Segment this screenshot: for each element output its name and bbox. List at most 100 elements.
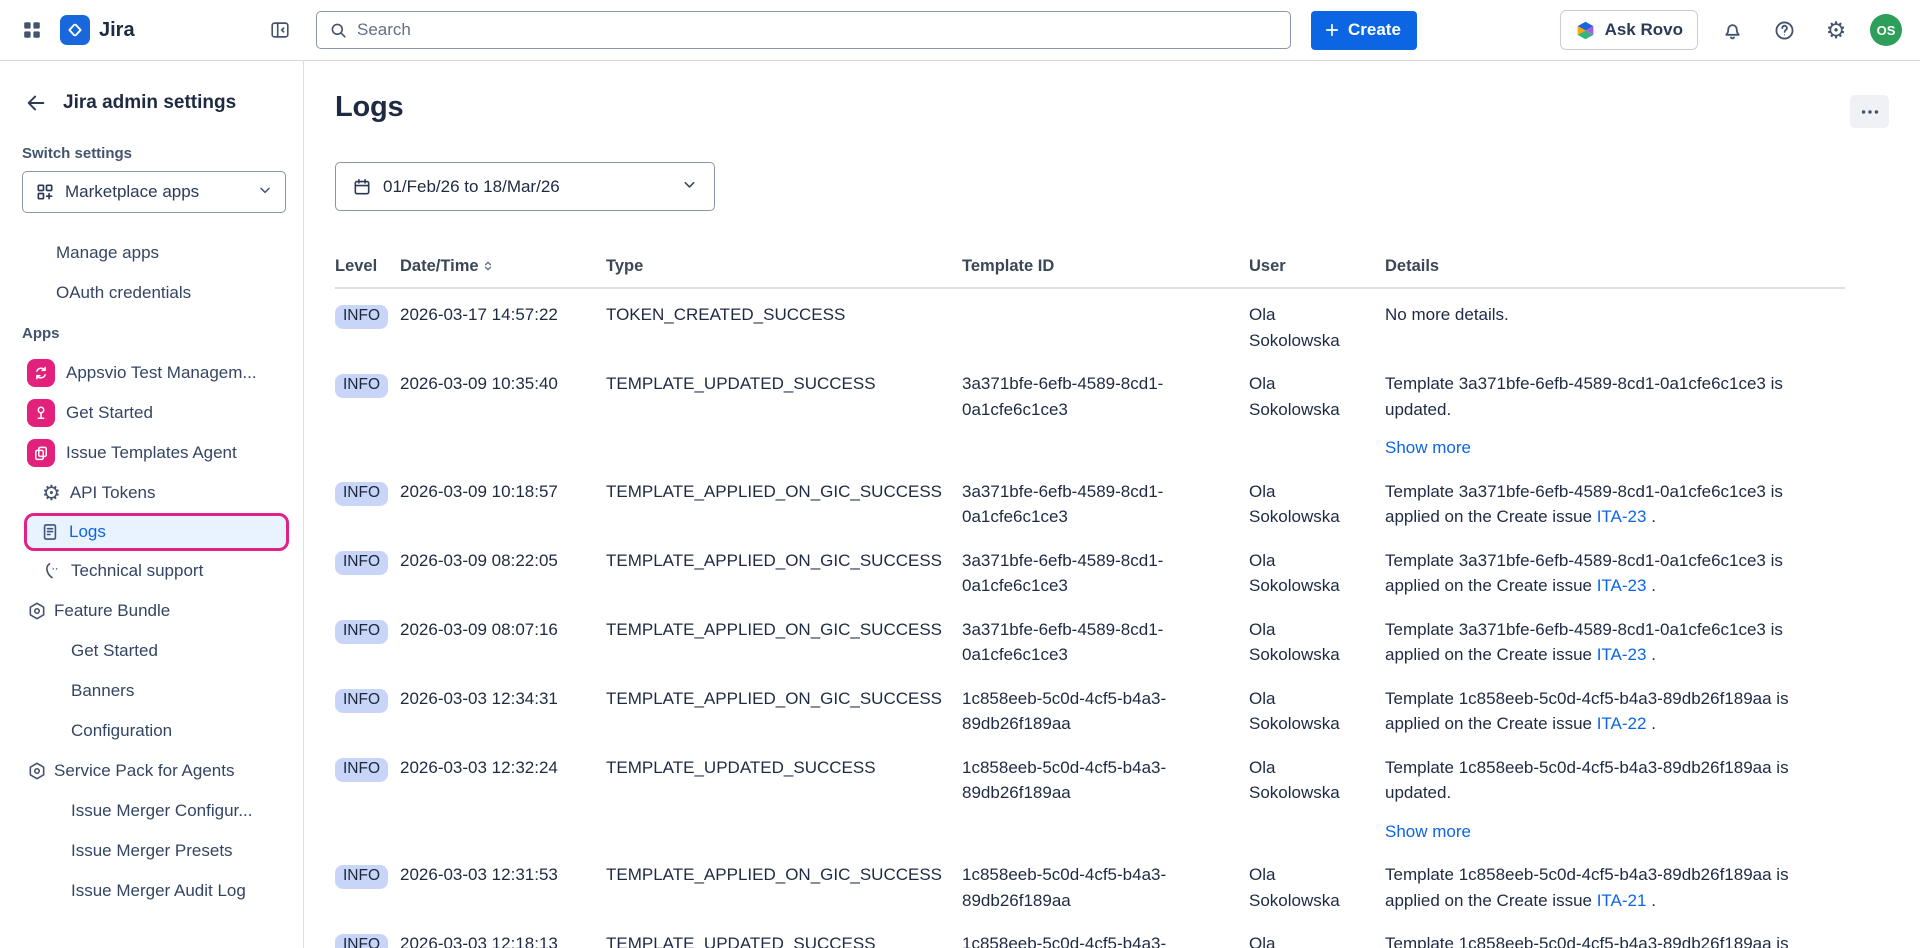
hexagon-nut-icon [27, 761, 47, 781]
log-datetime: 2026-03-17 14:57:22 [400, 288, 606, 362]
issue-link[interactable]: ITA-23 [1597, 576, 1647, 595]
log-user: Ola Sokolowska [1249, 677, 1385, 746]
chevron-down-icon [681, 176, 698, 198]
log-datetime: 2026-03-03 12:18:13 [400, 922, 606, 948]
sidebar-item-label: Issue Merger Presets [71, 841, 233, 861]
user-avatar[interactable]: OS [1870, 14, 1902, 46]
sidebar-item-label: OAuth credentials [56, 283, 191, 303]
sidebar-item-label: Issue Merger Audit Log [71, 881, 246, 901]
log-template-id: 1c858eeb-5c0d-4cf5-b4a3-89db26f189aa [962, 853, 1249, 922]
table-row: INFO2026-03-03 12:18:13TEMPLATE_UPDATED_… [335, 922, 1845, 948]
column-header-level: Level [335, 257, 400, 288]
refresh-circle-icon [27, 359, 55, 387]
marketplace-grid-icon [35, 182, 55, 202]
app-switcher-icon[interactable] [14, 12, 50, 48]
back-arrow-icon[interactable] [22, 89, 50, 117]
log-datetime: 2026-03-09 10:35:40 [400, 362, 606, 470]
admin-sidebar: Jira admin settings Switch settings Mark… [0, 61, 304, 948]
topbar-right: Ask Rovo ⚙ OS [1560, 10, 1902, 50]
sidebar-item-label: Issue Merger Configur... [71, 801, 252, 821]
sidebar-item-technical-support[interactable]: Technical support [0, 551, 303, 591]
sidebar-collapse-icon[interactable] [262, 12, 298, 48]
issue-link[interactable]: ITA-21 [1597, 891, 1647, 910]
log-datetime: 2026-03-09 08:07:16 [400, 608, 606, 677]
sidebar-item-oauth-credentials[interactable]: OAuth credentials [0, 273, 303, 313]
log-datetime: 2026-03-03 12:34:31 [400, 677, 606, 746]
sidebar-item-manage-apps[interactable]: Manage apps [0, 233, 303, 273]
sidebar-item-configuration[interactable]: Configuration [0, 711, 303, 751]
level-badge: INFO [335, 374, 388, 398]
more-actions-button[interactable] [1850, 95, 1889, 128]
sidebar-item-appsvio-test-management[interactable]: Appsvio Test Managem... [0, 353, 303, 393]
log-user: Ola Sokolowska [1249, 853, 1385, 922]
jira-logo [60, 15, 90, 45]
level-badge: INFO [335, 551, 388, 575]
level-badge: INFO [335, 689, 388, 713]
log-details: No more details. [1385, 288, 1845, 362]
sidebar-item-issue-merger-presets[interactable]: Issue Merger Presets [0, 831, 303, 871]
help-icon[interactable] [1766, 12, 1802, 48]
log-details: Template 1c858eeb-5c0d-4cf5-b4a3-89db26f… [1385, 922, 1845, 948]
column-header-type: Type [606, 257, 962, 288]
chevron-down-icon [257, 182, 273, 203]
plus-icon [1323, 21, 1341, 39]
search-icon [329, 21, 348, 40]
log-user: Ola Sokolowska [1249, 288, 1385, 362]
sidebar-item-issue-templates-agent[interactable]: Issue Templates Agent [0, 433, 303, 473]
sidebar-item-issue-merger-configuration[interactable]: Issue Merger Configur... [0, 791, 303, 831]
sidebar-item-label: Banners [71, 681, 134, 701]
issue-link[interactable]: ITA-22 [1597, 714, 1647, 733]
issue-link[interactable]: ITA-23 [1597, 645, 1647, 664]
column-header-details: Details [1385, 257, 1845, 288]
global-search[interactable] [316, 11, 1291, 49]
sidebar-item-label: API Tokens [70, 483, 156, 503]
document-icon [40, 522, 60, 542]
level-badge: INFO [335, 482, 388, 506]
log-type: TEMPLATE_UPDATED_SUCCESS [606, 362, 962, 470]
sidebar-item-feature-bundle-get-started[interactable]: Get Started [0, 631, 303, 671]
log-type: TEMPLATE_APPLIED_ON_GIC_SUCCESS [606, 853, 962, 922]
calendar-icon [352, 177, 372, 197]
sidebar-title: Jira admin settings [63, 92, 236, 114]
column-header-template-id: Template ID [962, 257, 1249, 288]
log-type: TEMPLATE_UPDATED_SUCCESS [606, 922, 962, 948]
log-details: Template 3a371bfe-6efb-4589-8cd1-0a1cfe6… [1385, 470, 1845, 539]
sidebar-item-get-started[interactable]: Get Started [0, 393, 303, 433]
log-user: Ola Sokolowska [1249, 608, 1385, 677]
column-header-user: User [1249, 257, 1385, 288]
gear-icon[interactable]: ⚙ [1818, 12, 1854, 48]
settings-switcher-value: Marketplace apps [65, 182, 199, 202]
ask-rovo-button[interactable]: Ask Rovo [1560, 10, 1698, 50]
sidebar-item-banners[interactable]: Banners [0, 671, 303, 711]
issue-link[interactable]: ITA-23 [1597, 507, 1647, 526]
sidebar-item-api-tokens[interactable]: ⚙ API Tokens [0, 473, 303, 513]
sidebar-item-feature-bundle[interactable]: Feature Bundle [0, 591, 303, 631]
sidebar-item-issue-merger-audit-log[interactable]: Issue Merger Audit Log [0, 871, 303, 911]
sidebar-item-logs[interactable]: Logs [24, 513, 289, 551]
log-user: Ola Sokolowska [1249, 470, 1385, 539]
log-user: Ola Sokolowska [1249, 746, 1385, 854]
sidebar-item-label: Configuration [71, 721, 172, 741]
level-badge: INFO [335, 305, 388, 329]
table-row: INFO2026-03-17 14:57:22TOKEN_CREATED_SUC… [335, 288, 1845, 362]
show-more-link[interactable]: Show more [1385, 435, 1471, 461]
column-header-date-time[interactable]: Date/Time [400, 257, 606, 288]
table-row: INFO2026-03-03 12:31:53TEMPLATE_APPLIED_… [335, 853, 1845, 922]
sidebar-item-label: Get Started [71, 641, 158, 661]
table-header-row: LevelDate/TimeTypeTemplate IDUserDetails [335, 257, 1845, 288]
sidebar-item-service-pack-for-agents[interactable]: Service Pack for Agents [0, 751, 303, 791]
sidebar-item-label: Service Pack for Agents [54, 761, 234, 781]
date-range-filter[interactable]: 01/Feb/26 to 18/Mar/26 [335, 162, 715, 211]
create-button[interactable]: Create [1311, 11, 1417, 50]
log-type: TEMPLATE_APPLIED_ON_GIC_SUCCESS [606, 677, 962, 746]
search-input[interactable] [357, 20, 1278, 40]
sort-icon [482, 260, 494, 272]
sidebar-item-label: Issue Templates Agent [66, 443, 237, 463]
product-name: Jira [99, 19, 135, 42]
bell-icon[interactable] [1714, 12, 1750, 48]
show-more-link[interactable]: Show more [1385, 819, 1471, 845]
table-row: INFO2026-03-03 12:32:24TEMPLATE_UPDATED_… [335, 746, 1845, 854]
settings-switcher-select[interactable]: Marketplace apps [22, 171, 286, 213]
gear-icon: ⚙ [42, 483, 61, 504]
log-type: TEMPLATE_APPLIED_ON_GIC_SUCCESS [606, 539, 962, 608]
